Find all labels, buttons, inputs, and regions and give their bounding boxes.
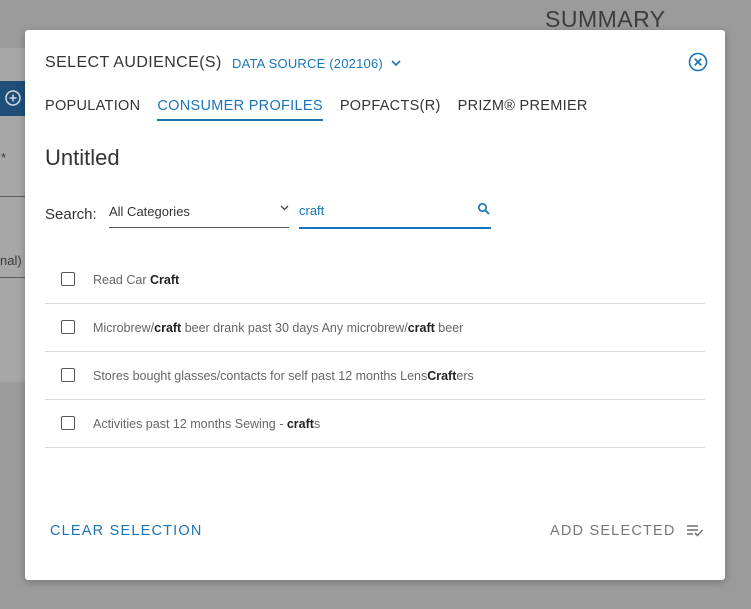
result-text: Stores bought glasses/contacts for self …: [93, 369, 428, 383]
search-icon[interactable]: [477, 202, 491, 216]
close-icon[interactable]: [688, 52, 708, 72]
chevron-down-icon: [391, 60, 401, 67]
checkbox[interactable]: [61, 320, 75, 334]
playlist-add-check-icon: [686, 525, 703, 537]
results-list: Read Car Craft Microbrew/craft beer dran…: [45, 256, 705, 448]
data-source-dropdown[interactable]: DATA SOURCE (202106): [232, 56, 401, 71]
search-field: [299, 200, 491, 229]
add-circle-icon: [5, 90, 21, 106]
background-add-button: [0, 81, 26, 116]
checkbox[interactable]: [61, 368, 75, 382]
data-source-label: DATA SOURCE (202106): [232, 56, 383, 71]
match-highlight: craft: [154, 321, 182, 335]
chevron-down-icon: [280, 205, 289, 211]
match-highlight: Craft: [427, 369, 457, 383]
result-label: Read Car Craft: [93, 273, 179, 287]
select-audience-modal: SELECT AUDIENCE(S) DATA SOURCE (202106) …: [25, 30, 725, 580]
search-input[interactable]: [299, 203, 469, 218]
tab-bar: POPULATION CONSUMER PROFILES POPFACTS(R)…: [45, 98, 605, 121]
category-select-value: All Categories: [109, 204, 190, 219]
result-text: ers: [456, 369, 474, 383]
result-label: Stores bought glasses/contacts for self …: [93, 369, 474, 383]
match-highlight: Craft: [149, 273, 180, 287]
result-label: Activities past 12 months Sewing - craft…: [93, 417, 320, 431]
checkbox[interactable]: [61, 416, 75, 430]
result-text: Read Car: [93, 273, 150, 287]
result-text: beer drank past 30 days Any microbrew/: [181, 321, 408, 335]
result-text: s: [313, 417, 321, 431]
checkbox[interactable]: [61, 272, 75, 286]
search-label: Search:: [45, 206, 97, 223]
add-selected-button[interactable]: ADD SELECTED: [550, 523, 704, 539]
tab-consumer-profiles[interactable]: CONSUMER PROFILES: [157, 98, 323, 121]
add-selected-label: ADD SELECTED: [550, 523, 676, 539]
list-item[interactable]: Microbrew/craft beer drank past 30 days …: [45, 304, 705, 352]
list-item[interactable]: Activities past 12 months Sewing - craft…: [45, 400, 705, 448]
result-text: beer: [434, 321, 464, 335]
tab-popfacts[interactable]: POPFACTS(R): [340, 98, 441, 121]
match-highlight: craft: [407, 321, 435, 335]
list-item[interactable]: Read Car Craft: [45, 256, 705, 304]
result-text: Activities past 12 months Sewing -: [93, 417, 287, 431]
background-partial-text: nal): [0, 253, 22, 268]
clear-selection-button[interactable]: CLEAR SELECTION: [50, 523, 203, 539]
background-asterisk: *: [1, 150, 7, 165]
category-select[interactable]: All Categories: [109, 200, 289, 228]
result-text: Microbrew/: [93, 321, 155, 335]
modal-title: SELECT AUDIENCE(S): [45, 54, 222, 71]
match-highlight: craft: [286, 417, 314, 431]
background-divider: [0, 196, 26, 197]
result-label: Microbrew/craft beer drank past 30 days …: [93, 321, 463, 335]
list-item[interactable]: Stores bought glasses/contacts for self …: [45, 352, 705, 400]
audience-name[interactable]: Untitled: [45, 145, 120, 171]
tab-population[interactable]: POPULATION: [45, 98, 140, 121]
background-divider: [0, 277, 26, 278]
summary-heading: SUMMARY: [545, 6, 666, 32]
tab-prizm-premier[interactable]: PRIZM® PREMIER: [458, 98, 588, 121]
